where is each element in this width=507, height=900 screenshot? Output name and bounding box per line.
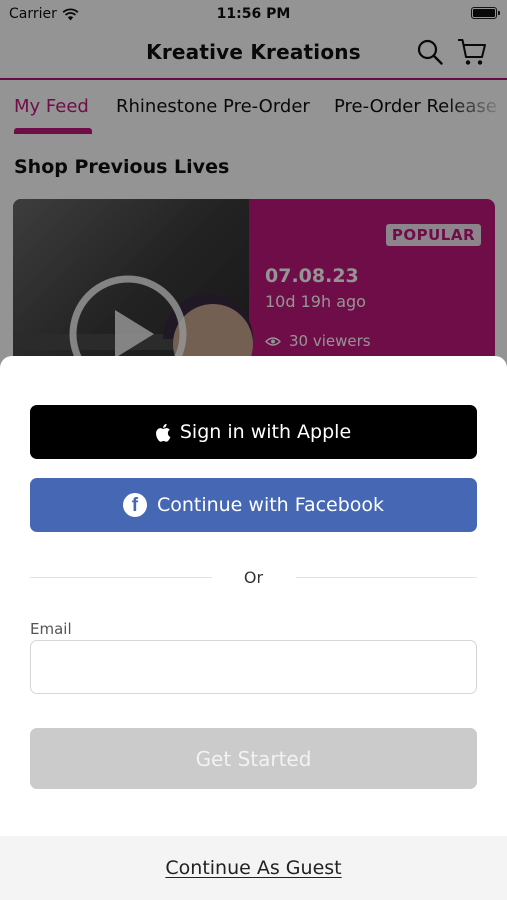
continue-facebook-button[interactable]: f Continue with Facebook bbox=[30, 478, 477, 532]
sign-in-apple-button[interactable]: Sign in with Apple bbox=[30, 405, 477, 459]
guest-bar: Continue As Guest bbox=[0, 836, 507, 900]
divider-line-right bbox=[296, 577, 477, 578]
get-started-button[interactable]: Get Started bbox=[30, 728, 477, 789]
apple-icon bbox=[155, 423, 171, 442]
email-field[interactable] bbox=[30, 640, 477, 694]
email-label: Email bbox=[30, 620, 72, 638]
continue-as-guest-link[interactable]: Continue As Guest bbox=[0, 857, 507, 879]
sign-in-sheet: Sign in with Apple f Continue with Faceb… bbox=[0, 356, 507, 900]
facebook-button-label: Continue with Facebook bbox=[156, 494, 385, 516]
get-started-label: Get Started bbox=[195, 746, 312, 771]
or-divider: Or bbox=[30, 566, 477, 590]
apple-button-label: Sign in with Apple bbox=[179, 421, 352, 443]
facebook-icon: f bbox=[122, 493, 147, 517]
